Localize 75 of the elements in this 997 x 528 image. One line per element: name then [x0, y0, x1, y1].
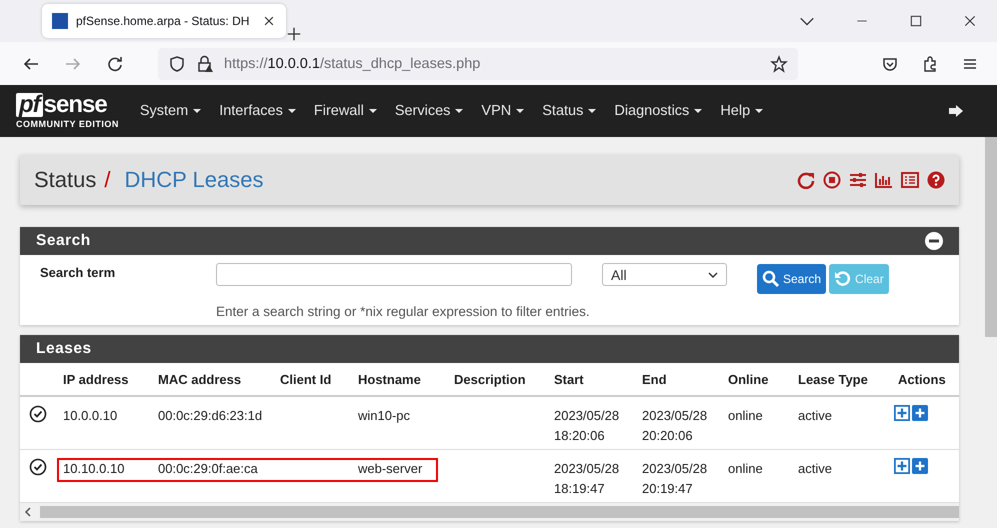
horizontal-scrollbar[interactable]: [20, 503, 959, 521]
nav-menu[interactable]: Services: [386, 103, 472, 119]
table-cell-text: 2023/05/28 20:19:47: [641, 460, 708, 498]
favicon-icon: [52, 13, 68, 29]
shield-icon: [168, 54, 186, 72]
check-circle-icon: [29, 458, 47, 476]
new-tab-icon[interactable]: [286, 26, 302, 42]
table-cell-text: 10.0.0.10: [62, 407, 118, 425]
close-icon[interactable]: [262, 14, 276, 28]
column-header: MAC address: [157, 372, 242, 386]
nav-menu[interactable]: Help: [711, 103, 772, 119]
column-header: End: [641, 372, 668, 386]
table-cell-text: 2023/05/28 20:20:06: [641, 407, 708, 445]
list-icon[interactable]: [901, 171, 919, 189]
table-cell-text: 10.10.0.10: [62, 460, 126, 478]
panel-title: Leases: [36, 340, 92, 358]
address-bar[interactable]: https://10.0.0.1/status_dhcp_leases.php: [158, 48, 798, 80]
table-cell-text: 2023/05/28 18:20:06: [553, 407, 620, 445]
undo-icon: [834, 270, 852, 288]
close-icon[interactable]: [963, 14, 977, 28]
collapse-icon[interactable]: [925, 232, 943, 250]
table-cell-text: 2023/05/28 18:19:47: [553, 460, 620, 498]
add-icon[interactable]: [894, 458, 910, 474]
star-icon[interactable]: [770, 54, 788, 72]
nav-menu[interactable]: Diagnostics: [605, 103, 712, 119]
add-icon[interactable]: [912, 458, 928, 474]
nav-menu[interactable]: System: [130, 103, 210, 119]
table-cell-text: win10-pc: [357, 407, 412, 425]
bar-chart-icon[interactable]: [875, 171, 893, 189]
column-header: Description: [453, 372, 527, 386]
breadcrumb-separator: /: [104, 167, 110, 193]
tab-title: pfSense.home.arpa - Status: DH: [76, 14, 250, 28]
panel-title: Search: [36, 232, 91, 250]
table-cell-text: online: [727, 460, 764, 478]
column-header: Lease Type: [797, 372, 869, 386]
column-header: Actions: [897, 372, 947, 386]
breadcrumb-parent: Status: [34, 167, 96, 193]
table-cell-text: online: [727, 407, 764, 425]
nav-menu[interactable]: Firewall: [304, 103, 386, 119]
table-cell-text: 00:0c:29:d6:23:1d: [157, 407, 264, 425]
search-button[interactable]: Search: [757, 264, 826, 294]
filter-dropdown[interactable]: All: [602, 263, 727, 286]
nav-menu[interactable]: Status: [533, 103, 606, 119]
sliders-icon[interactable]: [849, 171, 867, 189]
scrollbar[interactable]: [985, 137, 997, 337]
search-field[interactable]: [216, 263, 572, 286]
help-icon[interactable]: [927, 171, 945, 189]
reload-icon[interactable]: [106, 54, 124, 72]
table-cell-text: web-server: [357, 460, 424, 478]
column-header: Start: [553, 372, 585, 386]
column-header: IP address: [62, 372, 130, 386]
add-icon[interactable]: [912, 405, 928, 421]
table-cell-text: active: [797, 407, 833, 425]
column-header: Hostname: [357, 372, 422, 386]
logout-icon[interactable]: [947, 102, 965, 120]
lock-icon: [196, 54, 214, 72]
table-cell-text: 00:0c:29:0f:ae:ca: [157, 460, 259, 478]
column-header: Online: [727, 372, 770, 386]
nav-menu[interactable]: Interfaces: [210, 103, 305, 119]
url-text: https://10.0.0.1/status_dhcp_leases.php: [224, 56, 480, 72]
help-text: Enter a search string or *nix regular expression to filter entries.: [216, 303, 591, 319]
table-cell-text: active: [797, 460, 833, 478]
chevron-down-icon: [708, 272, 718, 278]
page-title[interactable]: DHCP Leases: [124, 167, 264, 193]
field-label: Search term: [40, 264, 116, 280]
nav-menu[interactable]: VPN: [472, 103, 534, 119]
search-icon: [762, 270, 780, 288]
column-header: Client Id: [279, 372, 332, 386]
maximize-icon[interactable]: [909, 14, 923, 28]
check-circle-icon: [29, 405, 47, 423]
browser-tab[interactable]: pfSense.home.arpa - Status: DH: [42, 4, 286, 38]
add-icon[interactable]: [894, 405, 910, 421]
reload-icon[interactable]: [797, 171, 815, 189]
stop-icon[interactable]: [823, 171, 841, 189]
scroll-left-icon[interactable]: [24, 507, 32, 517]
